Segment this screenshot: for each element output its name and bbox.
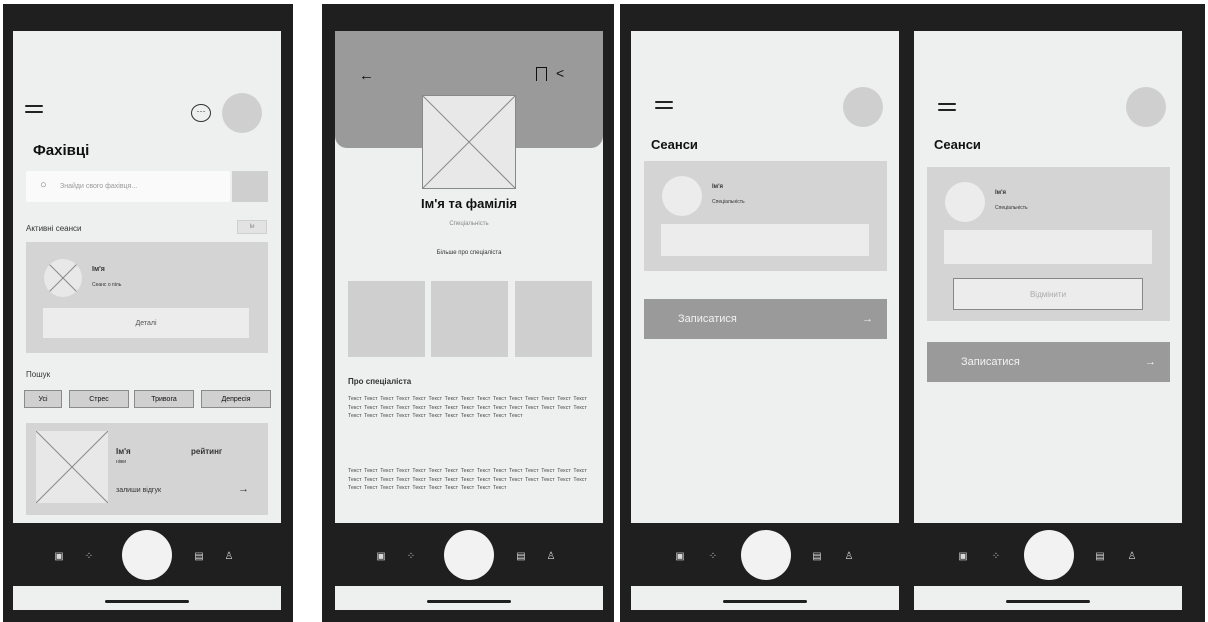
book-session-button[interactable]: Записатися → — [644, 299, 887, 339]
about-text-1: Текст Текст Текст Текст Текст Текст Текс… — [348, 396, 587, 420]
user-icon[interactable]: ♙ — [546, 552, 556, 562]
user-icon[interactable]: ♙ — [1127, 552, 1137, 562]
user-icon[interactable]: ♙ — [224, 552, 234, 562]
session-card[interactable]: Ім'я Сеанс о піль Деталі — [26, 242, 268, 353]
grid-icon[interactable]: ⁘ — [991, 552, 1001, 562]
avatar-placeholder — [44, 259, 82, 297]
search-section-label: Пошук — [26, 370, 51, 379]
home-indicator-bar — [914, 586, 1182, 610]
home-indicator[interactable] — [105, 600, 189, 603]
grid-icon[interactable]: ⁘ — [84, 552, 94, 562]
specialist-specialty: Спеціальність — [449, 221, 489, 227]
screen-specialists: ··· Фахівці ○ Знайди свого фахівця... Ак… — [13, 31, 281, 523]
arrow-right-icon: → — [862, 313, 873, 325]
gallery-tile-1[interactable] — [348, 281, 425, 357]
gallery-tile-2[interactable] — [431, 281, 508, 357]
menu-icon[interactable] — [938, 103, 956, 113]
session-subtitle: Сеанс о піль — [92, 282, 122, 288]
avatar[interactable] — [222, 93, 262, 133]
home-indicator-bar — [13, 586, 281, 610]
filter-chip-anxiety[interactable]: Тривога — [134, 390, 194, 408]
see-all-button[interactable]: Іи — [237, 220, 267, 234]
book-session-label: Записатися — [961, 356, 1020, 368]
review-link[interactable]: залиши відгук — [116, 487, 161, 494]
about-text-2: Текст Текст Текст Текст Текст Текст Текс… — [348, 468, 587, 492]
bottom-nav: ▣ ⁘ ▤ ♙ — [631, 527, 899, 583]
session-card[interactable]: Ім'я Спеціальність Відмінити — [927, 167, 1170, 321]
avatar[interactable] — [843, 87, 883, 127]
book-session-button[interactable]: Записатися → — [927, 342, 1170, 382]
bottom-nav: ▣ ⁘ ▤ ♙ — [13, 527, 281, 583]
home-indicator[interactable] — [1006, 600, 1090, 603]
specialist-subtitle: ніжи — [116, 459, 127, 465]
specialist-full-name: Ім'я та фамілія — [420, 196, 517, 211]
gallery-tile-3[interactable] — [515, 281, 592, 357]
filter-chip-all[interactable]: Усі — [24, 390, 62, 408]
avatar-placeholder — [662, 176, 702, 216]
calendar-icon[interactable]: ▣ — [54, 552, 64, 562]
home-indicator[interactable] — [723, 600, 807, 603]
bottom-nav: ▣ ⁘ ▤ ♙ — [914, 527, 1182, 583]
arrow-right-icon[interactable]: → — [238, 483, 249, 495]
grid-icon[interactable]: ⁘ — [708, 552, 718, 562]
page-title: Сеанси — [934, 137, 981, 152]
home-indicator[interactable] — [427, 600, 511, 603]
session-name: Ім'я — [92, 266, 105, 273]
home-fab[interactable] — [741, 530, 791, 580]
home-indicator-bar — [631, 586, 899, 610]
rating-label: рейтинг — [191, 447, 223, 456]
filter-chip-depression[interactable]: Депресія — [201, 390, 271, 408]
home-fab[interactable] — [444, 530, 494, 580]
calendar-icon[interactable]: ▣ — [376, 552, 386, 562]
avatar[interactable] — [1126, 87, 1166, 127]
chat-icon[interactable]: ··· — [191, 104, 211, 122]
specialist-name: Ім'я — [116, 447, 131, 456]
filter-button[interactable] — [232, 171, 268, 202]
user-icon[interactable]: ♙ — [844, 552, 854, 562]
menu-icon[interactable] — [25, 105, 43, 115]
more-about-link[interactable]: Більше про спеціаліста — [335, 250, 603, 256]
document-icon[interactable]: ▤ — [1095, 552, 1105, 562]
search-input[interactable]: ○ Знайди свого фахівця... — [26, 171, 230, 202]
screen-specialist-profile: ← < Ім'я та фамілія Спеціальність Більше… — [335, 31, 603, 523]
search-placeholder: Знайди свого фахівця... — [60, 183, 138, 190]
session-info-field — [661, 224, 869, 256]
profile-photo-placeholder — [422, 95, 516, 189]
specialist-result-card[interactable]: Ім'я ніжи рейтинг залиши відгук → — [26, 423, 268, 515]
session-name: Ім'я — [995, 190, 1007, 196]
screen-sessions: Сеанси Ім'я Спеціальність Записатися → — [631, 31, 899, 523]
session-info-field — [944, 230, 1152, 264]
grid-icon[interactable]: ⁘ — [406, 552, 416, 562]
active-sessions-label: Активні сеанси — [26, 224, 82, 233]
session-subtitle: Спеціальність — [995, 205, 1028, 211]
document-icon[interactable]: ▤ — [194, 552, 204, 562]
session-name: Ім'я — [712, 184, 724, 190]
details-button[interactable]: Деталі — [43, 308, 249, 338]
session-card[interactable]: Ім'я Спеціальність — [644, 161, 887, 271]
document-icon[interactable]: ▤ — [516, 552, 526, 562]
arrow-right-icon: → — [1145, 356, 1156, 368]
home-fab[interactable] — [1024, 530, 1074, 580]
bottom-nav: ▣ ⁘ ▤ ♙ — [335, 527, 603, 583]
document-icon[interactable]: ▤ — [812, 552, 822, 562]
page-title: Фахівці — [33, 142, 90, 159]
page-title: Сеанси — [651, 137, 698, 152]
screen-sessions-booked: Сеанси Ім'я Спеціальність Відмінити Запи… — [914, 31, 1182, 523]
session-subtitle: Спеціальність — [712, 199, 745, 205]
calendar-icon[interactable]: ▣ — [958, 552, 968, 562]
book-session-label: Записатися — [678, 313, 737, 325]
cancel-button[interactable]: Відмінити — [953, 278, 1143, 310]
home-fab[interactable] — [122, 530, 172, 580]
specialist-photo-placeholder — [36, 431, 108, 503]
back-arrow-icon[interactable]: ← — [359, 67, 374, 84]
filter-chip-stress[interactable]: Стрес — [69, 390, 129, 408]
menu-icon[interactable] — [655, 101, 673, 111]
calendar-icon[interactable]: ▣ — [675, 552, 685, 562]
avatar-placeholder — [945, 182, 985, 222]
search-icon: ○ — [40, 179, 47, 191]
about-title: Про спеціаліста — [348, 377, 412, 386]
home-indicator-bar — [335, 586, 603, 610]
bookmark-icon[interactable] — [536, 67, 547, 81]
share-icon[interactable]: < — [556, 65, 564, 81]
